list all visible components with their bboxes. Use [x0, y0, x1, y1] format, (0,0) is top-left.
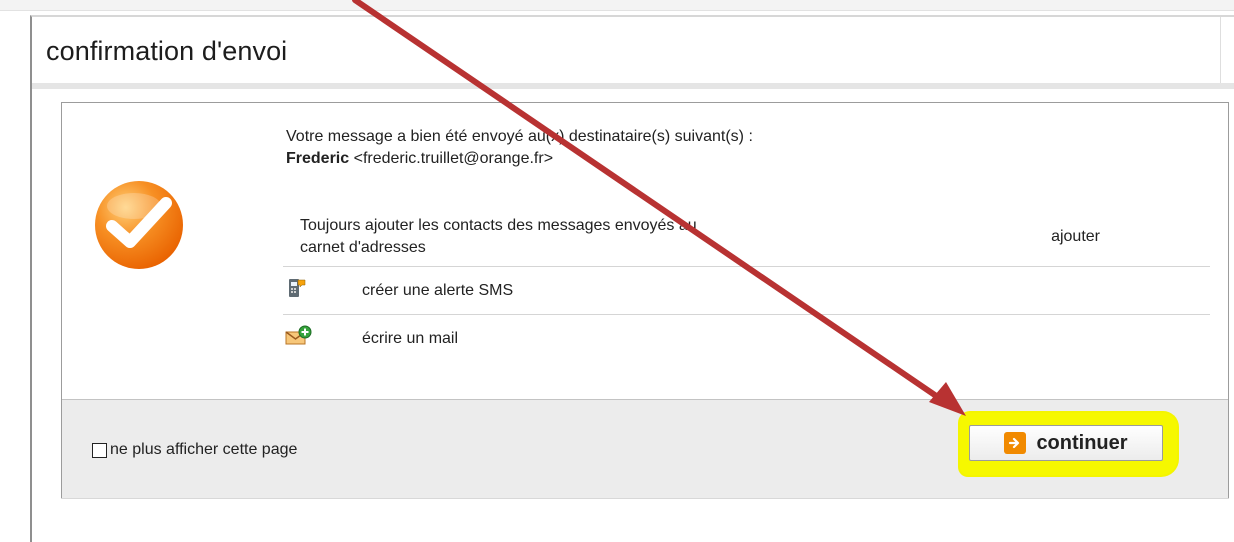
recipient-email: <frederic.truillet@orange.fr>	[353, 150, 554, 167]
continue-label: continuer	[1036, 431, 1128, 454]
list-item-sms-alert[interactable]: créer une alerte SMS	[283, 266, 1210, 315]
recipient-name: Frederic	[286, 150, 350, 167]
page-title: confirmation d'envoi	[46, 36, 288, 66]
list-item-add-contacts: Toujours ajouter les contacts des messag…	[283, 207, 1210, 267]
checkbox-box[interactable]	[92, 442, 107, 458]
title-separator	[32, 83, 1234, 89]
contacts-option-label: Toujours ajouter les contacts des messag…	[283, 207, 919, 267]
list-item-write-mail[interactable]: écrire un mail	[283, 315, 1210, 363]
recipient-line: Frederic <frederic.truillet@orange.fr>	[286, 148, 1216, 170]
checkmark-badge-icon	[95, 181, 183, 269]
sms-alert-icon	[289, 279, 306, 297]
new-mail-icon	[285, 325, 312, 345]
mail-option-label[interactable]: écrire un mail	[361, 315, 1210, 363]
continue-button[interactable]: continuer	[969, 425, 1163, 461]
hide-page-label: ne plus afficher cette page	[110, 441, 298, 458]
sent-confirmation-text: Votre message a bien été envoyé au(x) de…	[286, 128, 753, 145]
sms-icon-cell	[283, 266, 361, 315]
confirmation-message: Votre message a bien été envoyé au(x) de…	[286, 127, 1216, 170]
ajouter-link[interactable]: ajouter	[919, 207, 1210, 267]
continue-arrow-icon	[1004, 432, 1027, 454]
hide-page-checkbox[interactable]: ne plus afficher cette page	[92, 441, 297, 459]
mail-icon-cell	[283, 315, 361, 363]
browser-top-strip	[0, 0, 1234, 11]
options-table: Toujours ajouter les contacts des messag…	[283, 207, 1210, 362]
panel-footer: ne plus afficher cette page continuer	[62, 399, 1228, 498]
confirmation-panel: Votre message a bien été envoyé au(x) de…	[61, 102, 1229, 498]
sms-option-label[interactable]: créer une alerte SMS	[361, 266, 1210, 315]
